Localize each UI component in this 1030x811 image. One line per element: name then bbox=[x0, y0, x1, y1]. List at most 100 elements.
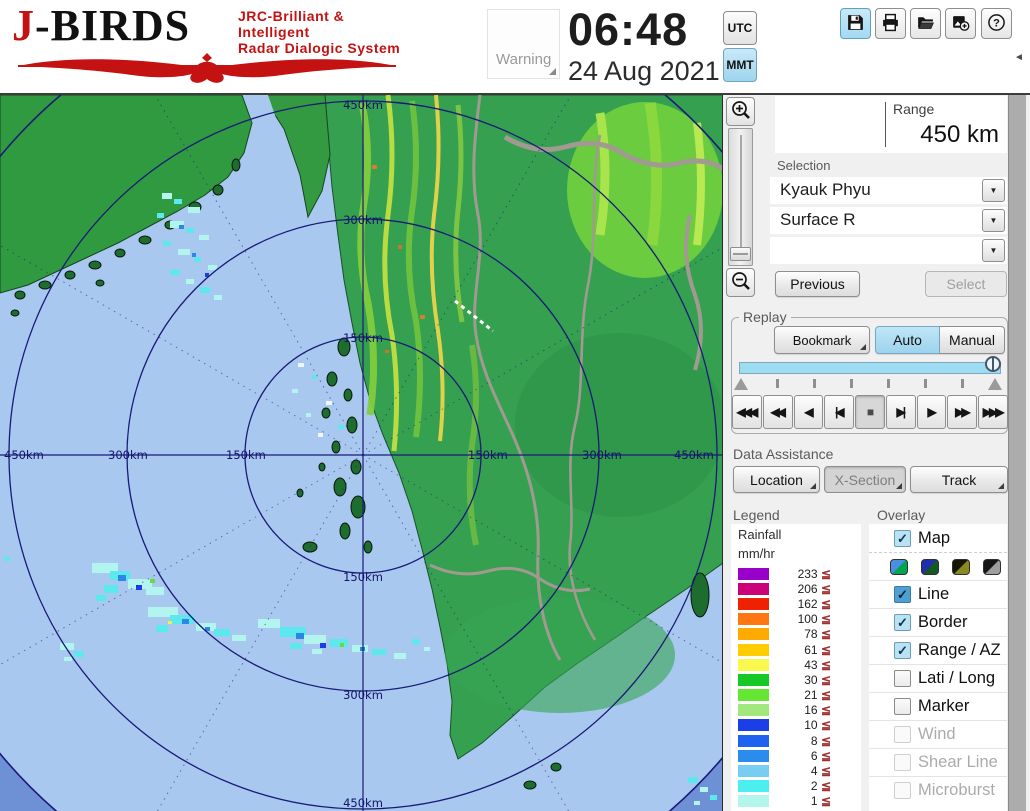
side-scroll-strip[interactable] bbox=[1008, 50, 1026, 811]
overlay-item-label: Lati / Long bbox=[918, 669, 995, 688]
slider-tick bbox=[887, 379, 890, 388]
overlay-item-shear-line[interactable]: Shear Line bbox=[869, 748, 1007, 776]
checkbox-wind[interactable] bbox=[894, 726, 911, 743]
panel-collapse-icon[interactable]: ◄ bbox=[1014, 52, 1024, 63]
svg-text:300km: 300km bbox=[343, 213, 383, 227]
track-button[interactable]: Track bbox=[910, 466, 1008, 493]
site-dropdown[interactable]: Kyauk Phyu ▼ bbox=[770, 177, 1007, 204]
legend-entry: 162 ≦ bbox=[731, 596, 861, 611]
map-style-swatch[interactable] bbox=[921, 559, 939, 575]
legend-value: 8 ≦ bbox=[769, 734, 831, 748]
step-back-button[interactable]: ◀ bbox=[794, 395, 824, 429]
slider-tick bbox=[850, 379, 853, 388]
overlay-item-marker[interactable]: Marker bbox=[869, 692, 1007, 720]
legend-entry: 1 ≦ bbox=[731, 794, 861, 809]
map-style-swatch[interactable] bbox=[952, 559, 970, 575]
zoom-slider[interactable] bbox=[728, 128, 753, 266]
slider-tick bbox=[813, 379, 816, 388]
zoom-out-button[interactable] bbox=[726, 268, 755, 297]
replay-slider-handle[interactable] bbox=[985, 356, 1001, 372]
legend-value: 61 ≦ bbox=[769, 643, 831, 657]
legend-value: 10 ≦ bbox=[769, 718, 831, 732]
legend-swatch bbox=[738, 780, 769, 792]
legend-swatch bbox=[738, 719, 769, 731]
legend-value: 233 ≦ bbox=[769, 567, 831, 581]
overlay-item-map[interactable]: ✓ Map bbox=[869, 524, 1007, 552]
legend-entry: 233 ≦ bbox=[731, 566, 861, 581]
checkbox-microburst[interactable] bbox=[894, 782, 911, 799]
map-style-swatch[interactable] bbox=[890, 559, 908, 575]
checkbox-border[interactable]: ✓ bbox=[894, 614, 911, 631]
svg-text:300km: 300km bbox=[108, 448, 148, 462]
legend-entry: 4 ≦ bbox=[731, 763, 861, 778]
clock-time: 06:48 bbox=[568, 4, 718, 56]
range-box: Range 450 km bbox=[775, 96, 1007, 153]
overlay-item-label: Range / AZ bbox=[918, 641, 1001, 660]
checkbox-map[interactable]: ✓ bbox=[894, 530, 911, 547]
manual-button[interactable]: Manual bbox=[940, 326, 1005, 354]
previous-button[interactable]: Previous bbox=[775, 271, 860, 297]
help-button[interactable]: ? bbox=[981, 8, 1012, 39]
legend-rows: 233 ≦ 206 ≦ 162 ≦ 100 ≦ 78 ≦ 61 ≦ 43 ≦ 3… bbox=[731, 566, 861, 809]
location-button[interactable]: Location bbox=[733, 466, 820, 493]
svg-text:150km: 150km bbox=[343, 331, 383, 345]
slider-start-marker[interactable] bbox=[734, 378, 748, 390]
rewind-button[interactable]: ◀◀ bbox=[763, 395, 793, 429]
product-dropdown[interactable]: Surface R ▼ bbox=[770, 207, 1007, 234]
chevron-down-icon[interactable]: ▼ bbox=[982, 209, 1005, 232]
zoom-slider-handle[interactable] bbox=[730, 247, 751, 261]
option-dropdown[interactable]: ▼ bbox=[770, 237, 1007, 264]
x-section-button[interactable]: X-Section bbox=[824, 466, 906, 493]
utc-button[interactable]: UTC bbox=[723, 11, 757, 45]
overlay-item-lati-long[interactable]: Lati / Long bbox=[869, 664, 1007, 692]
overlay-item-border[interactable]: ✓ Border bbox=[869, 608, 1007, 636]
add-image-button[interactable] bbox=[945, 8, 976, 39]
zoom-in-button[interactable] bbox=[726, 97, 755, 126]
save-button[interactable] bbox=[840, 8, 871, 39]
svg-text:150km: 150km bbox=[226, 448, 266, 462]
replay-slider[interactable] bbox=[739, 362, 1001, 374]
overlay-item-microburst[interactable]: Microburst bbox=[869, 776, 1007, 804]
forward-fast-button[interactable]: ▶▶▶ bbox=[978, 395, 1008, 429]
stop-button[interactable]: ■ bbox=[855, 395, 885, 429]
legend-swatch bbox=[738, 735, 769, 747]
checkbox-line[interactable]: ✓ bbox=[894, 586, 911, 603]
map-style-swatch[interactable] bbox=[983, 559, 1001, 575]
zoom-out-icon bbox=[730, 270, 752, 295]
slider-tick bbox=[961, 379, 964, 388]
select-button[interactable]: Select bbox=[925, 271, 1007, 297]
mmt-button[interactable]: MMT bbox=[723, 48, 757, 82]
replay-label: Replay bbox=[739, 309, 791, 325]
skip-start-button[interactable]: |◀ bbox=[824, 395, 854, 429]
overlay-item-line[interactable]: ✓ Line bbox=[869, 580, 1007, 608]
warning-button[interactable]: Warning bbox=[487, 9, 560, 79]
checkbox-range-az[interactable]: ✓ bbox=[894, 642, 911, 659]
print-button[interactable] bbox=[875, 8, 906, 39]
radar-map-canvas[interactable]: 450km 300km 150km 150km 300km 450km 450k… bbox=[0, 95, 723, 811]
play-button[interactable]: ▶ bbox=[917, 395, 947, 429]
legend-entry: 43 ≦ bbox=[731, 657, 861, 672]
open-folder-button[interactable] bbox=[910, 8, 941, 39]
slider-tick bbox=[924, 379, 927, 388]
forward-button[interactable]: ▶▶ bbox=[947, 395, 977, 429]
legend-swatch bbox=[738, 674, 769, 686]
legend-swatch bbox=[738, 628, 769, 640]
bookmark-button[interactable]: Bookmark bbox=[774, 326, 870, 354]
legend-title: Rainfall bbox=[738, 526, 861, 543]
auto-button[interactable]: Auto bbox=[875, 326, 940, 354]
checkbox-lati-long[interactable] bbox=[894, 670, 911, 687]
svg-text:300km: 300km bbox=[343, 688, 383, 702]
svg-text:450km: 450km bbox=[674, 448, 714, 462]
rewind-fast-button[interactable]: ◀◀◀ bbox=[732, 395, 762, 429]
slider-end-marker[interactable] bbox=[988, 378, 1002, 390]
chevron-down-icon[interactable]: ▼ bbox=[982, 239, 1005, 262]
legend-unit: mm/hr bbox=[738, 545, 861, 562]
checkbox-shear-line[interactable] bbox=[894, 754, 911, 771]
skip-end-button[interactable]: ▶| bbox=[886, 395, 916, 429]
checkbox-marker[interactable] bbox=[894, 698, 911, 715]
overlay-item-range-az[interactable]: ✓ Range / AZ bbox=[869, 636, 1007, 664]
chevron-down-icon[interactable]: ▼ bbox=[982, 179, 1005, 202]
legend-swatch bbox=[738, 689, 769, 701]
overlay-item-wind[interactable]: Wind bbox=[869, 720, 1007, 748]
range-value: 450 km bbox=[920, 121, 999, 149]
